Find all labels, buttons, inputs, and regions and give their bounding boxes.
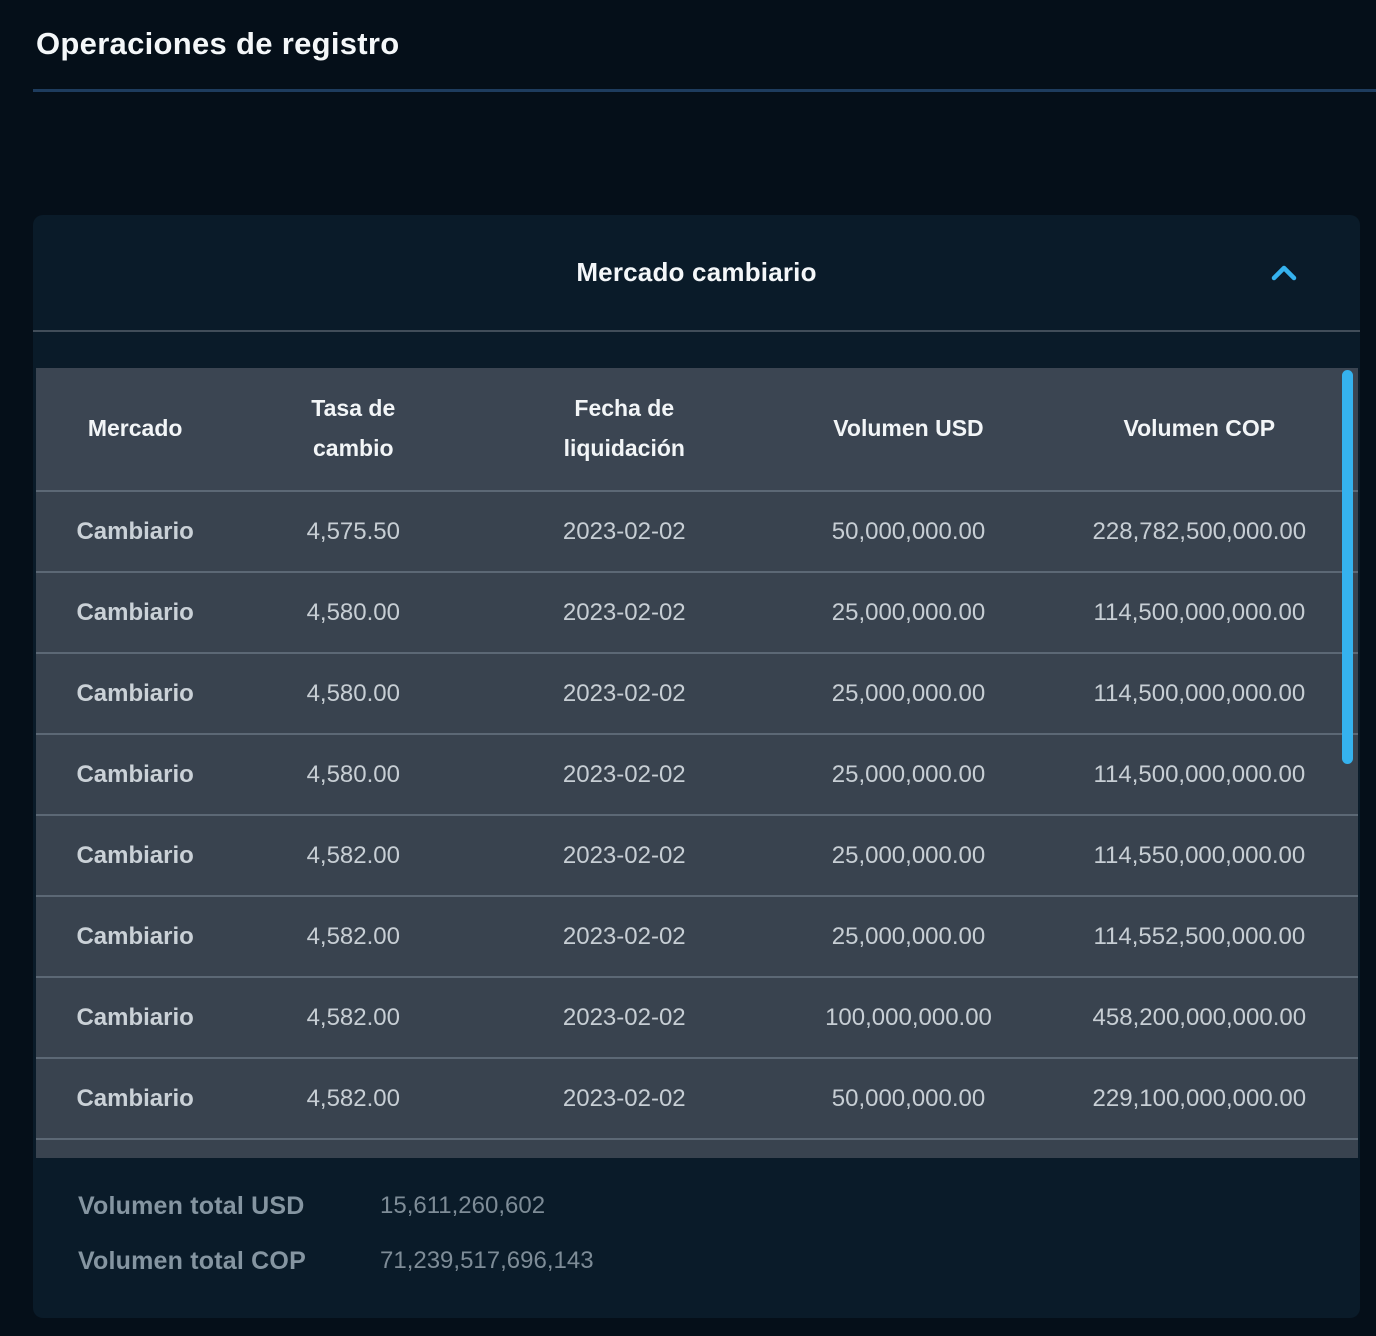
- table-row[interactable]: Cambiario 4,580.00 2023-02-02 25,000,000…: [36, 571, 1358, 652]
- cell-volumen-cop: 114,550,000,000.00: [1093, 841, 1306, 869]
- cell-fecha-de-liquidacion: 2023-02-02: [562, 841, 686, 869]
- cell-mercado: Cambiario: [76, 922, 194, 950]
- cell-tasa-de-cambio: 4,582.00: [306, 841, 400, 869]
- cell-tasa-de-cambio: 4,582.00: [306, 1003, 400, 1031]
- column-header-volumen-usd: Volumen USD: [833, 415, 984, 442]
- cell-volumen-cop: 228,782,500,000.00: [1092, 517, 1307, 545]
- cell-volumen-usd: 50,000,000.00: [831, 1084, 986, 1112]
- cell-volumen-cop: 458,200,000,000.00: [1092, 1003, 1307, 1031]
- cell-volumen-usd: 25,000,000.00: [831, 841, 986, 869]
- cell-mercado: Cambiario: [76, 517, 194, 545]
- cell-mercado: Cambiario: [76, 598, 194, 626]
- title-divider: [33, 89, 1376, 92]
- total-usd-label: Volumen total USD: [78, 1191, 305, 1220]
- cell-tasa-de-cambio: 4,582.00: [306, 1084, 400, 1112]
- column-header-mercado: Mercado: [87, 415, 183, 442]
- table-body: Cambiario 4,575.50 2023-02-02 50,000,000…: [36, 490, 1358, 1138]
- cell-volumen-usd: 25,000,000.00: [831, 598, 986, 626]
- cell-fecha-de-liquidacion: 2023-02-02: [562, 517, 686, 545]
- table-row[interactable]: Cambiario 4,582.00 2023-02-02 25,000,000…: [36, 814, 1358, 895]
- cell-volumen-usd: 25,000,000.00: [831, 679, 986, 707]
- total-usd-value: 15,611,260,602: [380, 1192, 546, 1219]
- cell-volumen-cop: 114,552,500,000.00: [1093, 922, 1306, 950]
- table-row[interactable]: Cambiario 4,575.50 2023-02-02 50,000,000…: [36, 490, 1358, 571]
- cell-volumen-usd: 25,000,000.00: [831, 922, 986, 950]
- cell-fecha-de-liquidacion: 2023-02-02: [562, 598, 686, 626]
- mercado-cambiario-panel: Mercado cambiario Mercado Tasa de cambio…: [33, 215, 1360, 1318]
- cell-volumen-cop: 229,100,000,000.00: [1092, 1084, 1307, 1112]
- cell-fecha-de-liquidacion: 2023-02-02: [562, 1084, 686, 1112]
- cell-tasa-de-cambio: 4,580.00: [306, 760, 400, 788]
- total-usd-line: Volumen total USD 15,611,260,602: [78, 1186, 1360, 1226]
- total-cop-value: 71,239,517,696,143: [380, 1247, 594, 1274]
- column-header-volumen-cop: Volumen COP: [1123, 415, 1276, 442]
- table-header-row: Mercado Tasa de cambio Fecha de liquidac…: [36, 368, 1358, 490]
- cell-fecha-de-liquidacion: 2023-02-02: [562, 679, 686, 707]
- table-row[interactable]: Cambiario 4,580.00 2023-02-02 25,000,000…: [36, 733, 1358, 814]
- cell-volumen-usd: 50,000,000.00: [831, 517, 986, 545]
- cell-volumen-usd: 100,000,000.00: [825, 1003, 992, 1031]
- column-header-tasa-de-cambio: Tasa de cambio: [311, 395, 396, 461]
- clipped-next-row: [36, 1138, 1358, 1158]
- cell-fecha-de-liquidacion: 2023-02-02: [562, 1003, 686, 1031]
- cell-volumen-cop: 114,500,000,000.00: [1093, 598, 1306, 626]
- cell-tasa-de-cambio: 4,580.00: [306, 679, 400, 707]
- panel-title: Mercado cambiario: [576, 257, 817, 287]
- cell-volumen-cop: 114,500,000,000.00: [1093, 760, 1306, 788]
- table-row[interactable]: Cambiario 4,582.00 2023-02-02 100,000,00…: [36, 976, 1358, 1057]
- chevron-up-icon[interactable]: [1270, 264, 1298, 282]
- table-row[interactable]: Cambiario 4,582.00 2023-02-02 25,000,000…: [36, 895, 1358, 976]
- table-row[interactable]: Cambiario 4,580.00 2023-02-02 25,000,000…: [36, 652, 1358, 733]
- cell-mercado: Cambiario: [76, 679, 194, 707]
- panel-header-toggle[interactable]: Mercado cambiario: [33, 215, 1360, 332]
- cell-mercado: Cambiario: [76, 1084, 194, 1112]
- table-row[interactable]: Cambiario 4,582.00 2023-02-02 50,000,000…: [36, 1057, 1358, 1138]
- exchange-table: Mercado Tasa de cambio Fecha de liquidac…: [36, 368, 1358, 1158]
- cell-volumen-usd: 25,000,000.00: [831, 760, 986, 788]
- column-header-fecha-de-liquidacion: Fecha de liquidación: [563, 395, 685, 461]
- total-cop-label: Volumen total COP: [78, 1246, 306, 1275]
- cell-tasa-de-cambio: 4,582.00: [306, 922, 400, 950]
- cell-tasa-de-cambio: 4,575.50: [306, 517, 400, 545]
- cell-fecha-de-liquidacion: 2023-02-02: [562, 922, 686, 950]
- cell-mercado: Cambiario: [76, 760, 194, 788]
- vertical-scrollbar-thumb[interactable]: [1342, 370, 1353, 764]
- totals-footer: Volumen total USD 15,611,260,602 Volumen…: [33, 1158, 1360, 1281]
- cell-fecha-de-liquidacion: 2023-02-02: [562, 760, 686, 788]
- page-title: Operaciones de registro: [36, 26, 400, 61]
- cell-tasa-de-cambio: 4,580.00: [306, 598, 400, 626]
- cell-volumen-cop: 114,500,000,000.00: [1093, 679, 1306, 707]
- cell-mercado: Cambiario: [76, 841, 194, 869]
- total-cop-line: Volumen total COP 71,239,517,696,143: [78, 1241, 1360, 1281]
- cell-mercado: Cambiario: [76, 1003, 194, 1031]
